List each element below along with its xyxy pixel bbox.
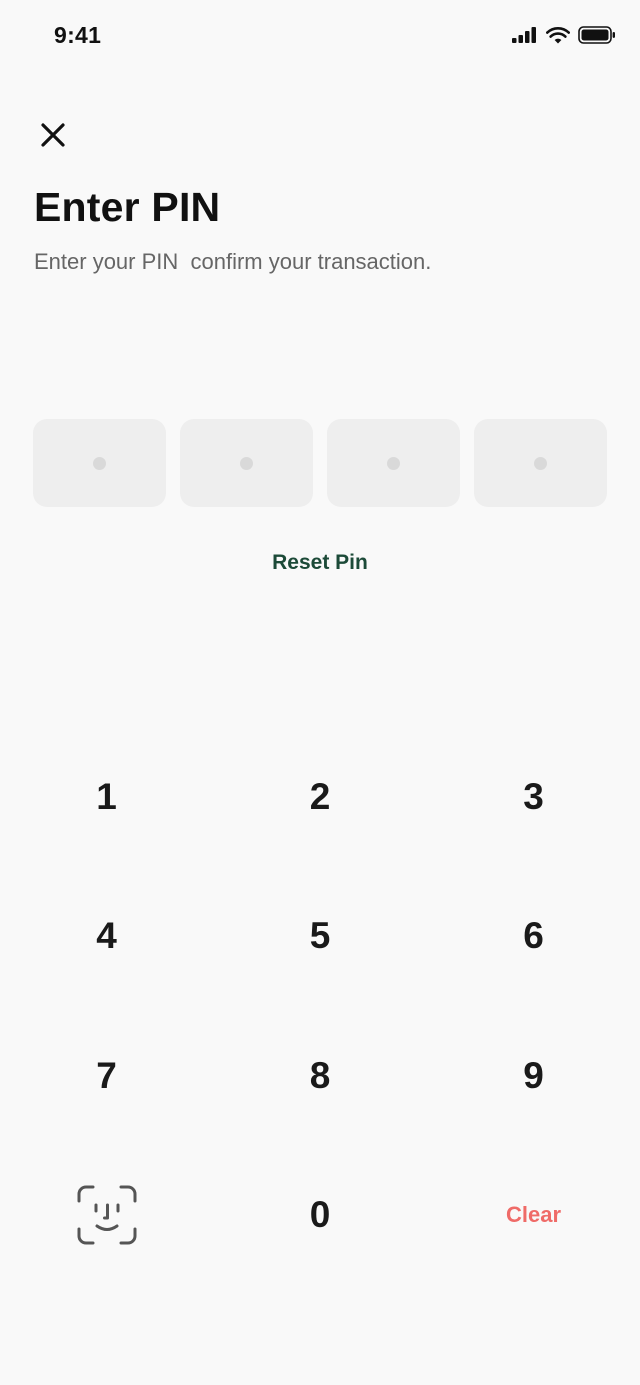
key-9[interactable]: 9	[427, 1006, 640, 1146]
wifi-icon	[546, 26, 570, 43]
pin-input-row[interactable]	[33, 419, 607, 507]
key-3[interactable]: 3	[427, 727, 640, 867]
pin-dot	[93, 456, 106, 470]
face-id-button[interactable]	[0, 1146, 213, 1286]
key-7[interactable]: 7	[0, 1006, 213, 1146]
key-2[interactable]: 2	[213, 727, 427, 867]
status-time: 9:41	[54, 22, 102, 48]
status-bar: 9:41	[0, 0, 640, 74]
page-subtitle: Enter your PIN confirm your transaction.	[34, 249, 432, 274]
close-icon	[41, 123, 65, 147]
close-button[interactable]	[34, 116, 72, 154]
key-6[interactable]: 6	[427, 867, 640, 1007]
pin-slot	[474, 419, 607, 507]
status-icons	[512, 26, 616, 44]
reset-pin-link[interactable]: Reset Pin	[0, 551, 640, 575]
key-1[interactable]: 1	[0, 727, 213, 867]
pin-dot	[387, 456, 400, 470]
cellular-signal-icon	[512, 27, 536, 43]
pin-slot	[180, 419, 313, 507]
pin-slot	[327, 419, 460, 507]
pin-dot	[534, 456, 547, 470]
page-title: Enter PIN	[34, 184, 221, 230]
key-5[interactable]: 5	[213, 867, 427, 1007]
numeric-keypad: 1 2 3 4 5 6 7 8 9 0 Clear	[0, 727, 640, 1285]
pin-dot	[240, 456, 253, 470]
key-0[interactable]: 0	[213, 1146, 427, 1286]
face-id-icon	[77, 1185, 136, 1245]
battery-icon	[578, 26, 615, 44]
key-8[interactable]: 8	[213, 1006, 427, 1146]
pin-slot	[33, 419, 166, 507]
key-4[interactable]: 4	[0, 867, 213, 1007]
clear-button[interactable]: Clear	[427, 1146, 640, 1286]
